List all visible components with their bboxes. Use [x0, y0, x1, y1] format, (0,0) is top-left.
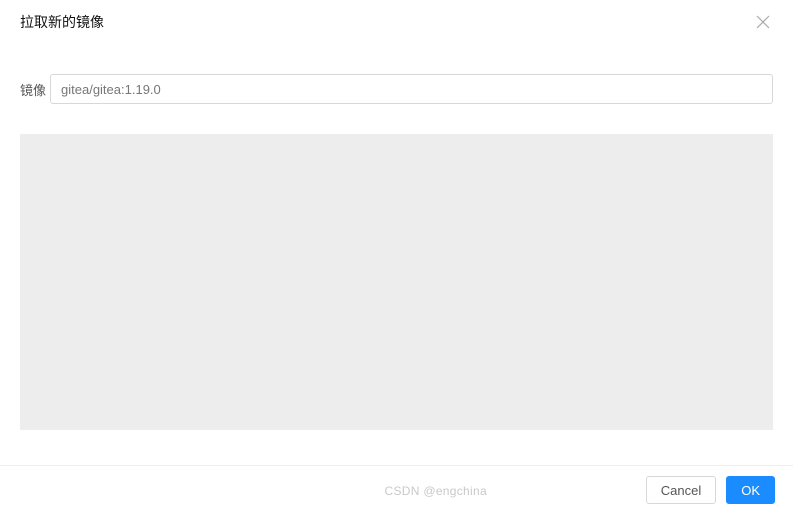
cancel-button[interactable]: Cancel	[646, 476, 716, 504]
close-icon[interactable]	[753, 12, 773, 32]
ok-button[interactable]: OK	[726, 476, 775, 504]
image-field-row: 镜像	[20, 74, 773, 104]
output-area	[20, 134, 773, 430]
modal-title: 拉取新的镜像	[20, 12, 104, 32]
modal-header: 拉取新的镜像	[0, 0, 793, 50]
image-input[interactable]	[50, 74, 773, 104]
modal-footer: Cancel OK	[0, 465, 793, 514]
modal-body: 镜像	[0, 74, 793, 430]
image-field-label: 镜像	[20, 80, 46, 99]
